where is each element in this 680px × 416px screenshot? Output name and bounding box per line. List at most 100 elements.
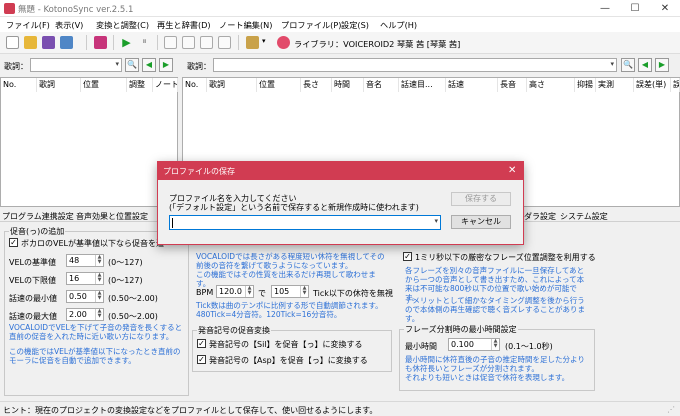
menu-play[interactable]: 再生と辞書(D) bbox=[157, 19, 211, 31]
column-header[interactable]: 話速 bbox=[446, 78, 498, 92]
dropdown-arrow-icon[interactable]: ▾ bbox=[262, 37, 266, 45]
menu-view[interactable]: 表示(V) bbox=[55, 19, 83, 31]
min-time-input[interactable]: 0.100 ▲ ▼ bbox=[448, 338, 500, 351]
column-header[interactable]: 抑揚 bbox=[575, 78, 596, 92]
column-header[interactable]: No. bbox=[183, 78, 207, 92]
menu-file[interactable]: ファイル(F) bbox=[6, 19, 50, 31]
vel-base-input[interactable]: 48 ▲ ▼ bbox=[66, 254, 104, 267]
note-tool-4-icon[interactable] bbox=[218, 36, 231, 49]
column-header[interactable]: 誤差(単) bbox=[634, 78, 671, 92]
save-profile-dialog: プロファイルの保存 ✕ プロファイル名を入力してください (「デフォルト設定」と… bbox=[157, 161, 524, 245]
left-note-table[interactable]: No. 歌詞 位置 調整 ノート bbox=[0, 77, 178, 207]
column-header[interactable]: ノート bbox=[153, 78, 178, 92]
search-icon[interactable]: 🔍 bbox=[621, 58, 635, 72]
dialog-title: プロファイルの保存 bbox=[163, 167, 235, 176]
vel-lower-label: VELの下限値 bbox=[9, 276, 56, 285]
sokuon-check-label: ボカロのVELが基準値以下なら促音を追 bbox=[21, 239, 164, 248]
column-header[interactable]: 話速目... bbox=[399, 78, 446, 92]
phrase-checkbox[interactable]: ✓ bbox=[403, 252, 412, 261]
vel-base-label: VELの基準値 bbox=[9, 258, 56, 267]
menu-profile[interactable]: プロファイル(P) bbox=[281, 19, 341, 31]
menu-convert[interactable]: 変換と調整(C) bbox=[96, 19, 149, 31]
character-icon bbox=[277, 36, 290, 49]
sokuon-checkbox[interactable]: ✓ bbox=[9, 238, 18, 247]
sil-checkbox[interactable]: ✓ bbox=[197, 339, 206, 348]
convert-icon[interactable] bbox=[94, 36, 107, 49]
tick-label: Tick以下の休符を無視 bbox=[313, 289, 393, 298]
column-header[interactable]: No. bbox=[1, 78, 37, 92]
sil-check-label: 発音記号の【Sil】を促音【っ】に変換する bbox=[209, 340, 363, 349]
phrase-check-label: 1ミリ秒以下の厳密なフレーズ位置調整を利用する bbox=[415, 253, 596, 262]
lyrics-combo-left[interactable]: ▾ bbox=[30, 58, 122, 72]
cancel-button[interactable]: キャンセル bbox=[451, 215, 511, 229]
profile-name-input[interactable]: ▾ bbox=[169, 215, 441, 230]
speed-max-range: (0.50～2.00) bbox=[108, 312, 158, 321]
tick-input[interactable]: 105 ▲ ▼ bbox=[271, 285, 309, 298]
save-button[interactable]: 保存する bbox=[451, 192, 511, 206]
speed-min-range: (0.50～2.00) bbox=[108, 294, 158, 303]
group-title: 発音記号の促音変換 bbox=[197, 325, 271, 336]
bpm-input[interactable]: 120.0 ▲ ▼ bbox=[216, 285, 254, 298]
phrase-min-note-1: 最小時間に休符直後の子音の推定時間を足した分よりも休符長いとフレーズが分割されま… bbox=[405, 355, 585, 373]
pause-icon[interactable]: ⏸ bbox=[138, 36, 151, 49]
asp-checkbox[interactable]: ✓ bbox=[197, 355, 206, 364]
export-icon[interactable] bbox=[60, 36, 73, 49]
prev-icon[interactable]: ◀ bbox=[638, 58, 652, 72]
tick-note-2: 480Tick=4分音符。120Tick=16分音符。 bbox=[196, 310, 342, 319]
library-label: ライブラリ：VOICEROID2 琴葉 茜 [琴葉 茜] bbox=[294, 39, 461, 49]
min-time-label: 最小時間 bbox=[405, 342, 437, 351]
sokuon-note-2: この機能ではVELが基準値以下になったとき直前のモーラに促音を自動で追加できます… bbox=[9, 347, 181, 365]
column-header[interactable]: 位置 bbox=[81, 78, 127, 92]
group-title: 促音(っ)の追加 bbox=[9, 226, 66, 237]
phrase-note-2: デメリットとして細かなタイミング調整を後から行うので本体側の再生確認で聴く音ズレ… bbox=[405, 296, 585, 323]
column-header[interactable]: 歌詞 bbox=[37, 78, 81, 92]
status-hint: ヒント：現在のプロジェクトの変換設定などをプロファイルとして保存して、使い回せる… bbox=[3, 406, 378, 415]
note-tool-2-icon[interactable] bbox=[182, 36, 195, 49]
search-icon[interactable]: 🔍 bbox=[125, 58, 139, 72]
close-icon[interactable]: ✕ bbox=[650, 0, 680, 17]
column-header[interactable]: 高さ bbox=[527, 78, 575, 92]
menu-settings[interactable]: 設定(S) bbox=[341, 19, 369, 31]
status-bar: ヒント：現在のプロジェクトの変換設定などをプロファイルとして保存して、使い回せる… bbox=[0, 401, 680, 416]
save-icon[interactable] bbox=[42, 36, 55, 49]
minimize-icon[interactable]: — bbox=[590, 0, 620, 17]
column-header[interactable]: 位置 bbox=[257, 78, 301, 92]
note-tool-3-icon[interactable] bbox=[200, 36, 213, 49]
vel-lower-range: (0～127) bbox=[108, 276, 143, 285]
column-header[interactable]: 時間 bbox=[332, 78, 364, 92]
open-folder-icon[interactable] bbox=[24, 36, 37, 49]
speed-min-input[interactable]: 0.50 ▲ ▼ bbox=[66, 290, 104, 303]
menu-note-edit[interactable]: ノート編集(N) bbox=[219, 19, 272, 31]
next-icon[interactable]: ▶ bbox=[159, 58, 173, 72]
prev-icon[interactable]: ◀ bbox=[142, 58, 156, 72]
group-title: フレーズ分割時の最小時間設定 bbox=[404, 324, 518, 335]
speed-min-label: 話速の最小値 bbox=[9, 294, 57, 303]
column-header[interactable]: 実測 bbox=[596, 78, 634, 92]
column-header[interactable]: 調整 bbox=[127, 78, 153, 92]
lyrics-combo-right[interactable]: ▾ bbox=[213, 58, 617, 72]
speed-max-input[interactable]: 2.00 ▲ ▼ bbox=[66, 308, 104, 321]
vel-lower-input[interactable]: 16 ▲ ▼ bbox=[66, 272, 104, 285]
column-header[interactable]: 誤 bbox=[671, 78, 680, 92]
speed-max-label: 話速の最大値 bbox=[9, 312, 57, 321]
bpm-label: BPM bbox=[196, 288, 214, 297]
note-tool-1-icon[interactable] bbox=[164, 36, 177, 49]
dialog-title-bar: プロファイルの保存 ✕ bbox=[158, 162, 523, 180]
resize-grip-icon[interactable]: ⋰ bbox=[667, 405, 675, 414]
edit-icon[interactable] bbox=[246, 36, 259, 49]
menu-help[interactable]: ヘルプ(H) bbox=[380, 19, 417, 31]
toolbar: ▶ ⏸ ▾ ライブラリ：VOICEROID2 琴葉 茜 [琴葉 茜] bbox=[0, 32, 680, 54]
column-header[interactable]: 音名 bbox=[364, 78, 399, 92]
vel-base-range: (0～127) bbox=[108, 258, 143, 267]
lyrics-label-right: 歌詞： bbox=[187, 62, 211, 71]
column-header[interactable]: 歌詞 bbox=[207, 78, 257, 92]
column-header[interactable]: 長音 bbox=[498, 78, 527, 92]
tick-note-1: Tick数は曲のテンポに比例する形で自動調節されます。 bbox=[196, 301, 383, 310]
new-file-icon[interactable] bbox=[6, 36, 19, 49]
next-icon[interactable]: ▶ bbox=[655, 58, 669, 72]
column-header[interactable]: 長さ bbox=[301, 78, 332, 92]
maximize-icon[interactable]: ☐ bbox=[620, 0, 650, 17]
rest-note-1: VOCALOIDでは長さがある程度短い休符を無視してその前後の音符を繋げて歌うよ… bbox=[196, 252, 385, 270]
close-icon[interactable]: ✕ bbox=[508, 165, 516, 176]
play-icon[interactable]: ▶ bbox=[120, 36, 133, 49]
